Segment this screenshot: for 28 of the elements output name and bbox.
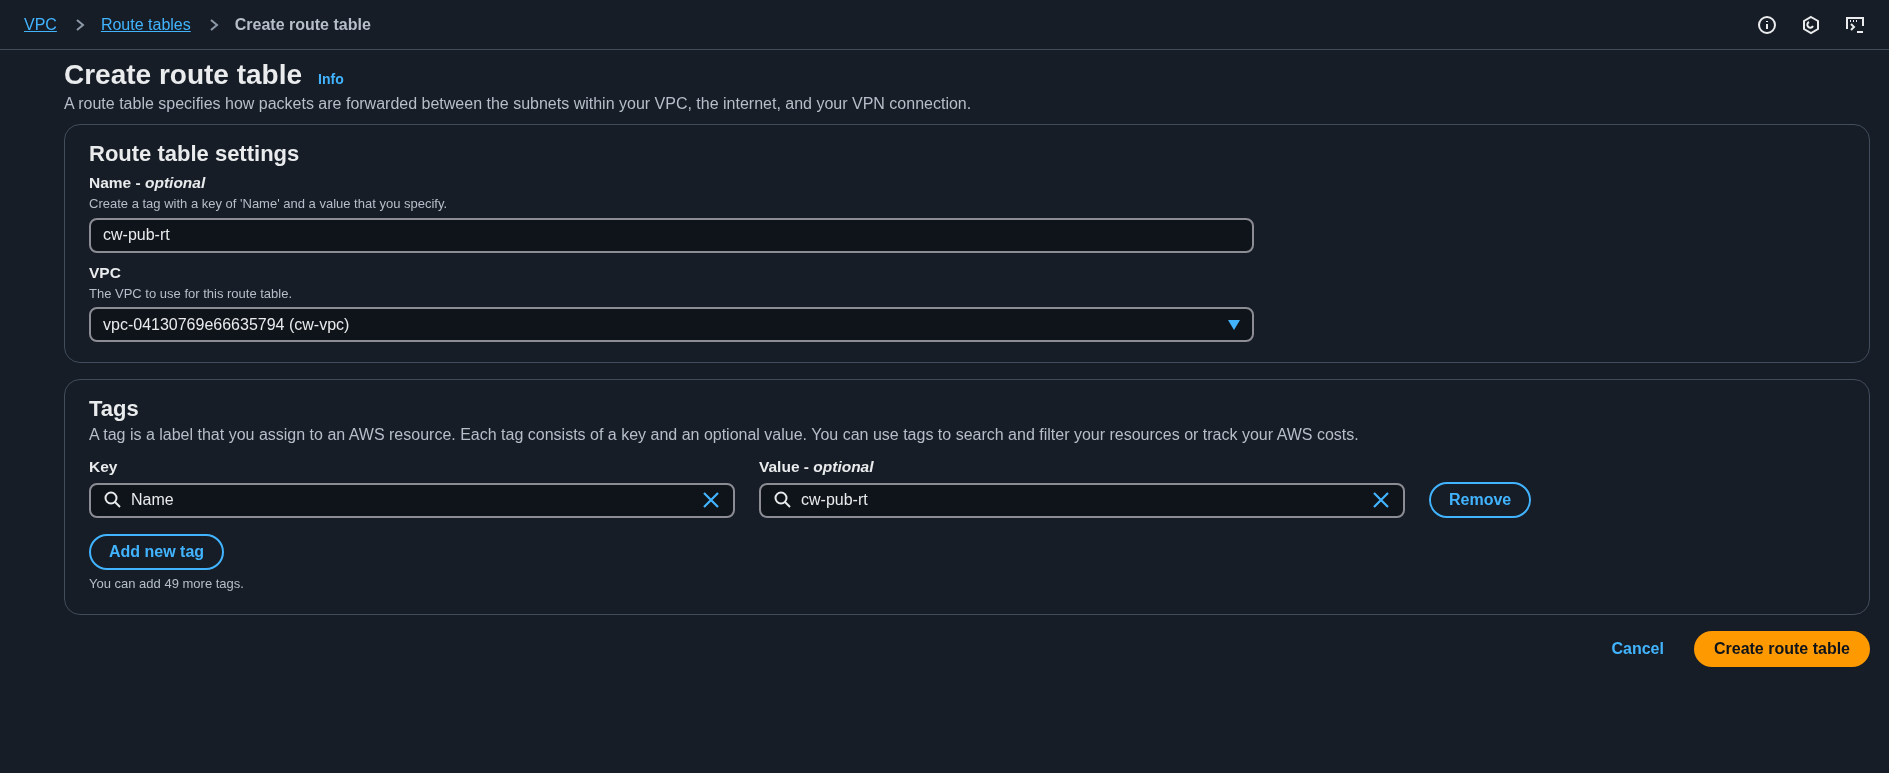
tag-limit-note: You can add 49 more tags. [89,575,245,594]
field-label: Value - optional [759,456,875,477]
text-field[interactable]: cw-pub-rt [89,217,1254,253]
field-label: Name - optional [89,173,207,193]
terminal-window-icon[interactable] [1845,14,1865,35]
field-hint: The VPC to use for this route table. [89,285,294,303]
page-title: Create route table [64,58,303,92]
field-hint: Create a tag with a key of 'Name' and a value that you specify. [89,195,449,214]
page-description: A route table specifies how packets are forwarded between the subnets within your VPC, the internet, and your VPN connection. [64,93,973,114]
info-link[interactable]: Info [318,69,344,90]
info-icon[interactable] [1757,14,1777,35]
breadcrumb-current: Create route table [234,14,371,35]
add-tag-button[interactable]: Add new tag [89,534,225,571]
select-field[interactable]: vpc-04130769e66635794 (cw-vpc) [89,307,1254,343]
breadcrumb-link[interactable]: VPC [24,12,57,37]
hexagon-icon[interactable] [1801,14,1821,35]
panel-title: Tags [89,396,140,423]
panel-title: Route table settings [89,140,301,167]
field-label: Key [89,456,119,477]
create-button[interactable]: Create route table [1693,630,1870,667]
breadcrumb-link[interactable]: Route tables [100,12,191,37]
caret-down-icon [1228,319,1240,331]
cancel-button[interactable]: Cancel [1605,635,1670,662]
search-field[interactable]: Name [89,482,735,518]
search-field[interactable]: cw-pub-rt [759,482,1405,518]
remove-button[interactable]: Remove [1429,482,1532,519]
panel-description: A tag is a label that you assign to an AWS resource. Each tag consists of a key and an optional value. You can use tags to search and filter your resources or track your AWS costs. [89,424,1360,445]
field-label: VPC [89,262,122,283]
